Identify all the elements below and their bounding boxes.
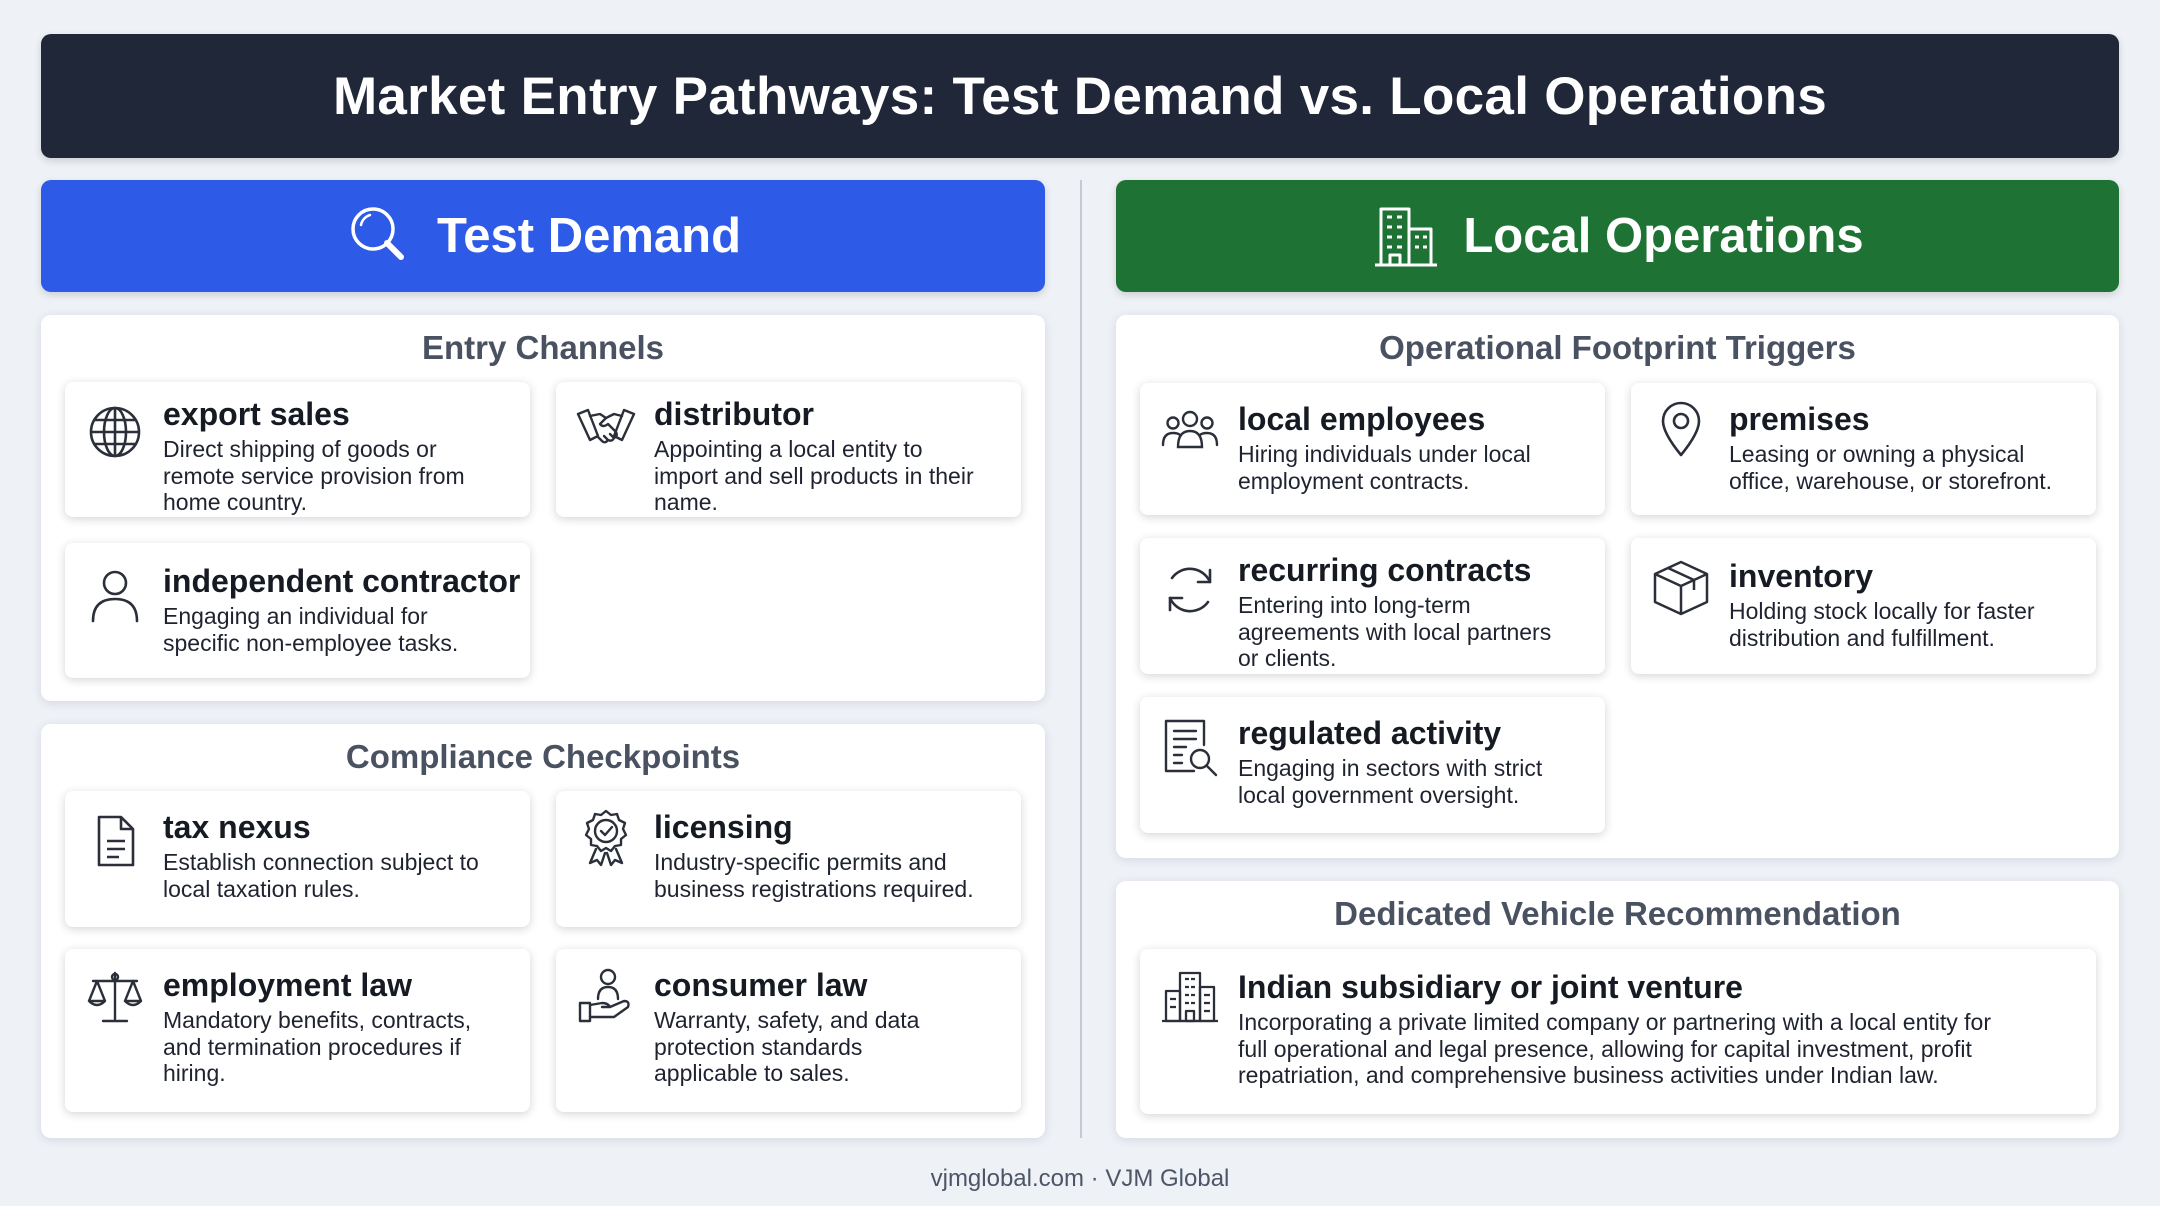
entry-channels-panel: Entry Channels export sales Direct shipp… xyxy=(41,315,1045,701)
card-title: inventory xyxy=(1729,558,1874,594)
card-description: Incorporating a private limited company … xyxy=(1238,1009,1991,1088)
card-title: premises xyxy=(1729,401,1870,437)
handshake-icon xyxy=(576,396,636,456)
card-description: Hiring individuals under local employmen… xyxy=(1238,441,1531,494)
card-title: distributor xyxy=(654,396,814,432)
card-description: Industry-specific permits and business r… xyxy=(654,849,974,902)
compliance-checkpoints-panel: Compliance Checkpoints tax nexus Establi… xyxy=(41,724,1045,1138)
search-icon xyxy=(345,201,415,271)
card-title: consumer law xyxy=(654,967,868,1003)
card-description: Engaging in sectors with strict local go… xyxy=(1238,755,1543,808)
footprint-triggers-title: Operational Footprint Triggers xyxy=(1379,329,1856,366)
card-tax-nexus: tax nexus Establish connection subject t… xyxy=(65,791,530,927)
card-description: Warranty, safety, and data protection st… xyxy=(654,1007,920,1086)
entry-channels-title: Entry Channels xyxy=(421,329,665,366)
test-demand-header: Test Demand xyxy=(41,180,1045,292)
card-independent-contractor: independent contractor Engaging an indiv… xyxy=(65,543,530,678)
page-title: Market Entry Pathways: Test Demand vs. L… xyxy=(332,66,1828,126)
card-description: Appointing a local entity to import and … xyxy=(654,436,974,515)
card-inventory: inventory Holding stock locally for fast… xyxy=(1631,538,2096,674)
card-consumer-law: consumer law Warranty, safety, and data … xyxy=(556,949,1021,1112)
vehicle-recommendation-title: Dedicated Vehicle Recommendation xyxy=(1334,895,1901,932)
group-icon xyxy=(1160,401,1220,461)
card-title: regulated activity xyxy=(1238,715,1502,751)
card-local-employees: local employees Hiring individuals under… xyxy=(1140,383,1605,515)
building-icon xyxy=(1371,201,1441,271)
title-bar: Market Entry Pathways: Test Demand vs. L… xyxy=(41,34,2119,158)
badge-icon xyxy=(576,807,636,867)
card-description: Mandatory benefits, contracts, and termi… xyxy=(163,1007,472,1086)
card-description: Holding stock locally for faster distrib… xyxy=(1729,598,2035,651)
card-distributor: distributor Appointing a local entity to… xyxy=(556,382,1021,517)
card-description: Establish connection subject to local ta… xyxy=(163,849,479,902)
column-divider xyxy=(1080,180,1082,1138)
card-regulated-activity: regulated activity Engaging in sectors w… xyxy=(1140,697,1605,833)
card-employment-law: employment law Mandatory benefits, contr… xyxy=(65,949,530,1112)
card-title: recurring contracts xyxy=(1238,552,1532,588)
globe-icon xyxy=(85,402,145,462)
card-title: tax nexus xyxy=(163,809,311,845)
hand-person-icon xyxy=(576,965,636,1025)
refresh-icon xyxy=(1160,560,1220,620)
local-operations-title: Local Operations xyxy=(1463,209,1864,263)
box-icon xyxy=(1651,558,1711,618)
card-description: Leasing or owning a physical office, war… xyxy=(1729,441,2053,494)
person-icon xyxy=(85,565,145,625)
card-title: local employees xyxy=(1238,401,1486,437)
card-title: Indian subsidiary or joint venture xyxy=(1238,969,1743,1005)
card-description: Entering into long-term agreements with … xyxy=(1238,592,1552,671)
card-premises: premises Leasing or owning a physical of… xyxy=(1631,383,2096,515)
document-search-icon xyxy=(1160,717,1220,777)
card-export-sales: export sales Direct shipping of goods or… xyxy=(65,382,530,517)
card-licensing: licensing Industry-specific permits and … xyxy=(556,791,1021,927)
card-title: independent contractor xyxy=(163,563,521,599)
compliance-checkpoints-title: Compliance Checkpoints xyxy=(345,738,741,775)
card-title: export sales xyxy=(163,396,350,432)
test-demand-title: Test Demand xyxy=(436,209,742,263)
document-icon xyxy=(85,811,145,871)
card-description: Engaging an individual for specific non-… xyxy=(163,603,459,656)
footprint-triggers-panel: Operational Footprint Triggers local emp… xyxy=(1116,315,2119,858)
card-recurring-contracts: recurring contracts Entering into long-t… xyxy=(1140,538,1605,674)
footer-credit: vjmglobal.com · VJM Global xyxy=(930,1165,1230,1192)
local-operations-header: Local Operations xyxy=(1116,180,2119,292)
scales-icon xyxy=(85,967,145,1027)
card-description: Direct shipping of goods or remote servi… xyxy=(163,436,465,515)
vehicle-recommendation-panel: Dedicated Vehicle Recommendation Indian … xyxy=(1116,881,2119,1138)
card-title: employment law xyxy=(163,967,412,1003)
office-building-icon xyxy=(1160,967,1220,1027)
card-title: licensing xyxy=(654,809,793,845)
card-indian-subsidiary: Indian subsidiary or joint venture Incor… xyxy=(1140,949,2096,1114)
location-pin-icon xyxy=(1651,399,1711,459)
